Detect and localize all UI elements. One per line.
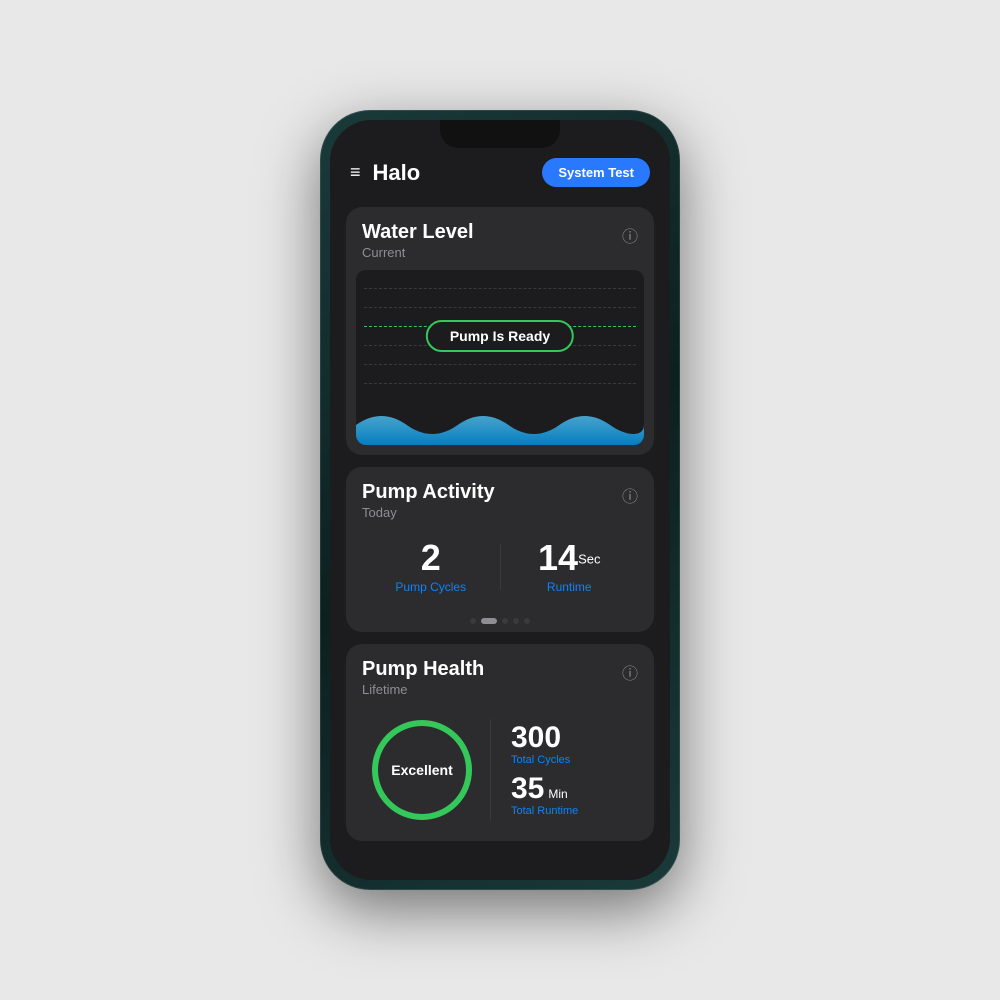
pump-health-info-icon[interactable]: ⓘ <box>622 660 638 684</box>
health-circle: Excellent <box>372 720 472 820</box>
dot-4 <box>513 618 519 624</box>
pump-health-title-group: Pump Health Lifetime <box>362 658 484 697</box>
pump-cycles-value: 2 <box>362 540 500 576</box>
dot-5 <box>524 618 530 624</box>
water-level-card-header: Water Level Current ⓘ <box>346 207 654 270</box>
dot-3 <box>502 618 508 624</box>
total-cycles-value-row: 300 <box>511 723 638 753</box>
pump-health-card-header: Pump Health Lifetime ⓘ <box>346 644 654 707</box>
water-level-info-icon[interactable]: ⓘ <box>622 223 638 247</box>
notch <box>440 120 560 148</box>
water-level-subtitle: Current <box>362 245 474 260</box>
health-divider <box>490 719 491 821</box>
pump-activity-card: Pump Activity Today ⓘ 2 Pump Cycles <box>346 467 654 632</box>
hamburger-icon[interactable]: ≡ <box>350 162 361 183</box>
pump-cycles-stat: 2 Pump Cycles <box>362 540 500 594</box>
runtime-stat: 14Sec Runtime <box>501 540 639 594</box>
dashed-line-1 <box>364 288 636 289</box>
runtime-label: Runtime <box>501 580 639 594</box>
total-cycles-stat: 300 Total Cycles <box>511 723 638 766</box>
pump-activity-info-icon[interactable]: ⓘ <box>622 483 638 507</box>
runtime-unit: Sec <box>578 552 600 567</box>
dashed-line-2 <box>364 307 636 308</box>
water-level-title: Water Level <box>362 221 474 243</box>
total-runtime-value: 35 <box>511 774 544 804</box>
phone-screen: ≡ Halo System Test Water Level Current ⓘ <box>330 120 670 880</box>
dashed-line-5 <box>364 383 636 384</box>
total-runtime-unit: Min <box>548 787 567 801</box>
app-title: Halo <box>373 160 421 186</box>
content-area: Water Level Current ⓘ <box>330 199 670 879</box>
pump-health-content: Excellent 300 Total Cycles <box>346 707 654 841</box>
dashed-line-4 <box>364 364 636 365</box>
pump-ready-badge: Pump Is Ready <box>426 320 574 352</box>
pump-health-subtitle: Lifetime <box>362 682 484 697</box>
phone-frame: ≡ Halo System Test Water Level Current ⓘ <box>320 110 680 890</box>
runtime-value: 14 <box>538 537 578 578</box>
system-test-button[interactable]: System Test <box>542 158 650 187</box>
water-level-visual: Pump Is Ready <box>356 270 644 445</box>
pump-activity-card-header: Pump Activity Today ⓘ <box>346 467 654 530</box>
pump-cycles-label: Pump Cycles <box>362 580 500 594</box>
pump-health-title: Pump Health <box>362 658 484 680</box>
dot-1 <box>470 618 476 624</box>
header-left: ≡ Halo <box>350 160 420 186</box>
health-circle-wrap: Excellent <box>362 715 482 825</box>
pump-activity-title-group: Pump Activity Today <box>362 481 495 520</box>
total-runtime-stat: 35 Min Total Runtime <box>511 774 638 817</box>
total-cycles-value: 300 <box>511 723 561 753</box>
total-runtime-label: Total Runtime <box>511 805 638 817</box>
dot-2-active <box>481 618 497 624</box>
total-cycles-label: Total Cycles <box>511 754 638 766</box>
runtime-value-group: 14Sec <box>501 540 639 576</box>
water-wave <box>356 405 644 445</box>
health-label: Excellent <box>391 762 452 778</box>
water-level-card: Water Level Current ⓘ <box>346 207 654 455</box>
screen: ≡ Halo System Test Water Level Current ⓘ <box>330 120 670 880</box>
pump-health-card: Pump Health Lifetime ⓘ Excellent <box>346 644 654 841</box>
water-level-title-group: Water Level Current <box>362 221 474 260</box>
health-stats: 300 Total Cycles 35 Min Total Runtime <box>499 715 638 825</box>
pump-activity-subtitle: Today <box>362 505 495 520</box>
pump-stats: 2 Pump Cycles 14Sec Runtime <box>346 530 654 610</box>
pagination-dots <box>346 610 654 632</box>
pump-activity-title: Pump Activity <box>362 481 495 503</box>
total-runtime-value-row: 35 Min <box>511 774 638 804</box>
